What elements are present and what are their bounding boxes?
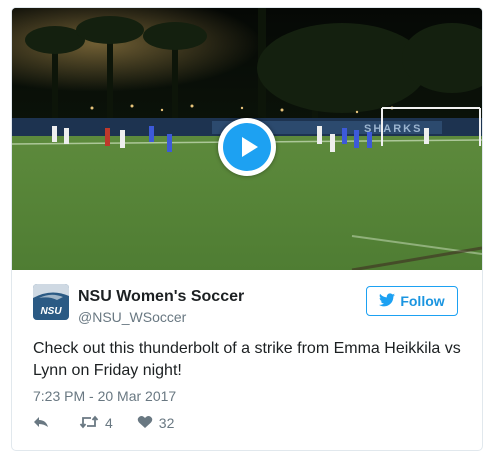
- play-button[interactable]: [218, 118, 276, 176]
- author-handle[interactable]: @NSU_WSoccer: [78, 309, 186, 325]
- heart-icon: [137, 415, 153, 432]
- tweet-timestamp[interactable]: 7:23 PM - 20 Mar 2017: [33, 388, 176, 404]
- retweet-button[interactable]: 4: [79, 415, 113, 432]
- like-count: 32: [158, 415, 175, 431]
- video-thumbnail[interactable]: SHARKS: [12, 8, 482, 270]
- avatar-text: NSU: [40, 306, 62, 317]
- like-button[interactable]: 32: [137, 415, 175, 432]
- billboard-text: SHARKS: [364, 123, 422, 135]
- twitter-bird-icon: [379, 292, 396, 310]
- follow-label: Follow: [400, 293, 445, 309]
- avatar[interactable]: NSU: [33, 284, 69, 320]
- retweet-count: 4: [105, 415, 113, 431]
- author-name[interactable]: NSU Women's Soccer: [78, 288, 244, 306]
- tweet-card: SHARKS NSU NSU Women's Soccer @NSU_WSocc…: [11, 7, 483, 451]
- tweet-actions: 4 32: [33, 413, 174, 433]
- retweet-icon: [79, 415, 99, 432]
- follow-button[interactable]: Follow: [366, 286, 458, 316]
- reply-button[interactable]: [33, 415, 49, 432]
- tweet-text: Check out this thunderbolt of a strike f…: [33, 340, 461, 379]
- reply-icon: [33, 415, 49, 432]
- play-icon: [223, 123, 271, 171]
